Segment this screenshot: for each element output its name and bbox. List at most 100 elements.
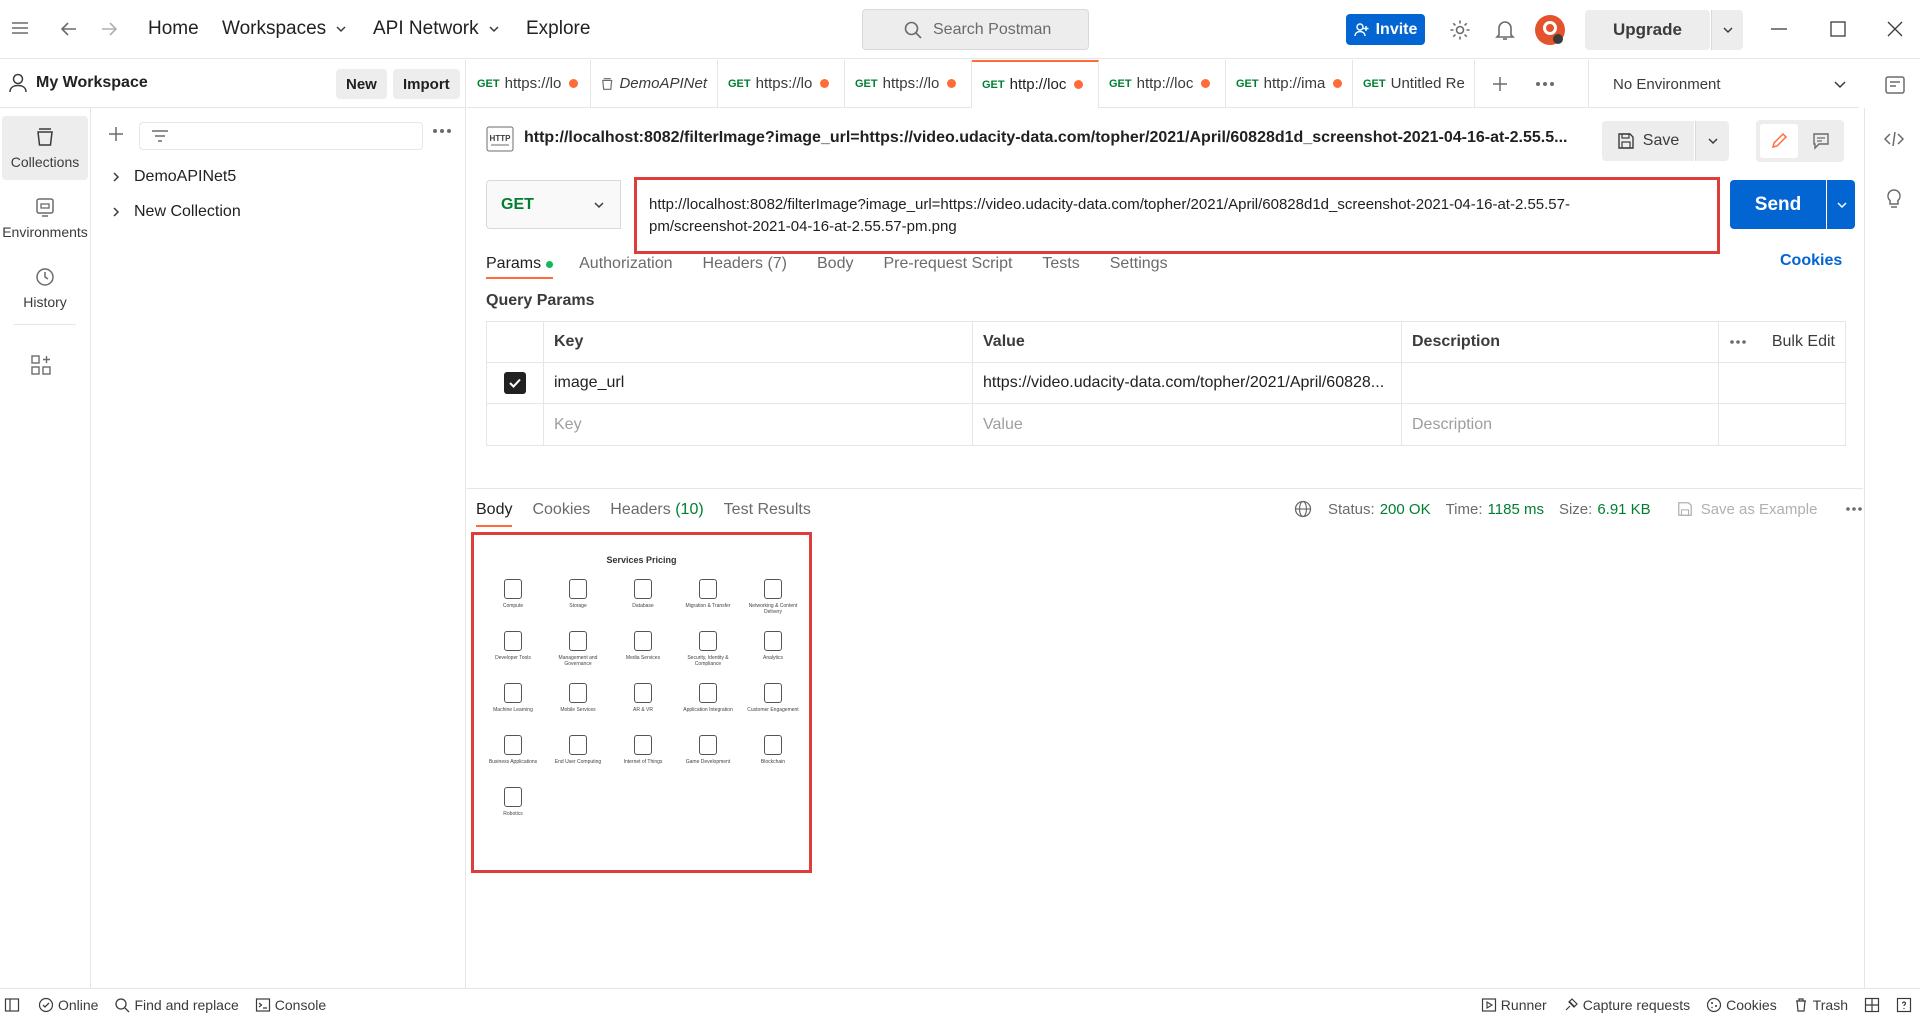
environment-select[interactable]: No Environment [1588,60,1858,108]
tab-headers[interactable]: Headers (7) [703,255,787,273]
param-row-actions [1719,363,1845,403]
tab-authorization[interactable]: Authorization [579,255,672,273]
upgrade-menu-button[interactable] [1711,10,1743,50]
runner[interactable]: Runner [1481,997,1547,1013]
help-icon[interactable] [1896,997,1912,1013]
back-arrow-icon[interactable] [58,18,80,40]
online-status[interactable]: Online [38,997,98,1013]
sidebar-toggle-icon[interactable] [4,997,20,1013]
tab-settings[interactable]: Settings [1110,255,1168,273]
response-tab-headers[interactable]: Headers (10) [610,501,703,519]
comments-icon[interactable] [1802,124,1840,158]
nav-workspaces[interactable]: Workspaces [222,18,348,40]
code-snippet-icon[interactable] [1883,130,1905,148]
environment-quick-look-icon[interactable] [1884,74,1906,96]
import-button[interactable]: Import [393,69,460,99]
more-options-icon[interactable] [432,128,452,134]
collection-item[interactable]: DemoAPINet5 [92,160,466,194]
method-select[interactable]: GET [486,180,621,229]
tab-pre-request-script[interactable]: Pre-request Script [883,255,1012,273]
url-input[interactable]: http://localhost:8082/filterImage?image_… [634,177,1720,254]
service-icon [504,683,522,703]
save-options-button[interactable] [1695,121,1729,161]
add-collection-icon[interactable] [106,124,126,144]
param-checkbox[interactable] [504,372,526,394]
time-value[interactable]: 1185 ms [1488,501,1544,518]
workspace-switcher[interactable]: My Workspace [8,72,148,94]
request-tab-active[interactable]: GET http://loc [972,59,1099,108]
lightbulb-icon[interactable] [1885,188,1903,210]
tab-body[interactable]: Body [817,255,853,273]
query-params-heading: Query Params [486,292,595,309]
send-button[interactable]: Send [1730,180,1826,229]
service-item: Internet of Things [610,735,676,765]
invite-button[interactable]: Invite [1346,14,1425,45]
edit-pencil-icon[interactable] [1760,124,1798,158]
bulk-edit-link[interactable]: Bulk Edit [1772,333,1835,351]
collection-item[interactable]: New Collection [92,195,466,229]
tab-options-icon[interactable] [1535,81,1555,87]
more-options-icon[interactable] [1729,339,1747,345]
cookies-link[interactable]: Cookies [1780,252,1842,270]
size-value[interactable]: 6.91 KB [1597,501,1650,518]
avatar[interactable] [1534,14,1566,46]
tab-params[interactable]: Params [486,255,554,279]
chevron-right-icon [113,207,120,217]
capture-label: Capture requests [1582,996,1691,1013]
console-icon [255,997,270,1012]
response-tab-cookies[interactable]: Cookies [532,501,590,519]
configure-sidebar-icon[interactable] [30,354,52,376]
param-key-cell[interactable]: image_url [544,363,973,403]
save-button[interactable]: Save [1602,121,1694,161]
capture-requests[interactable]: Capture requests [1563,997,1690,1013]
request-tab[interactable]: GET https://lo [467,59,591,108]
param-description-cell[interactable] [1402,363,1719,403]
status-value[interactable]: 200 OK [1380,501,1431,518]
minimize-window-icon[interactable] [1770,20,1788,38]
nav-explore[interactable]: Explore [526,18,590,40]
layout-toggle-icon[interactable] [1864,997,1880,1013]
maximize-window-icon[interactable] [1829,20,1847,38]
request-tab[interactable]: DemoAPINet [591,59,718,108]
new-value-input[interactable]: Value [973,404,1402,445]
trash[interactable]: Trash [1793,997,1848,1013]
request-title[interactable]: http://localhost:8082/filterImage?image_… [524,129,1567,147]
response-tab-body[interactable]: Body [476,501,513,527]
new-tab-icon[interactable] [1491,75,1509,93]
response-tab-test-results[interactable]: Test Results [724,501,811,519]
console[interactable]: Console [255,997,326,1013]
request-tab[interactable]: GET http://ima [1226,59,1353,108]
cookies-status[interactable]: Cookies [1706,997,1777,1013]
settings-gear-icon[interactable] [1448,18,1472,42]
service-label: Compute [502,603,524,609]
tab-tests[interactable]: Tests [1042,255,1079,273]
globe-icon[interactable] [1294,500,1312,518]
collections-filter-input[interactable] [139,122,423,150]
new-description-input[interactable]: Description [1402,404,1719,445]
rail-history[interactable]: History [2,256,88,320]
rail-collections[interactable]: Collections [2,116,88,180]
rail-environments[interactable]: Environments [2,186,88,250]
find-and-replace[interactable]: Find and replace [114,997,239,1013]
save-as-example-label: Save as Example [1700,500,1818,518]
chevron-down-icon [1836,201,1847,208]
request-tab[interactable]: GET https://lo [845,59,972,108]
upgrade-button[interactable]: Upgrade [1585,10,1710,50]
menu-icon[interactable] [10,18,30,38]
more-options-icon[interactable] [1845,506,1863,512]
request-tab[interactable]: GET Untitled Re [1353,59,1475,108]
save-as-example-button[interactable]: Save as Example [1677,500,1818,518]
response-headers-count: (10) [675,501,704,518]
forward-arrow-icon[interactable] [98,18,120,40]
notifications-bell-icon[interactable] [1494,18,1516,42]
send-options-button[interactable] [1827,180,1855,229]
param-value-cell[interactable]: https://video.udacity-data.com/topher/20… [973,363,1402,403]
new-key-input[interactable]: Key [544,404,973,445]
nav-api-network[interactable]: API Network [373,18,501,40]
search-input[interactable]: Search Postman [862,9,1089,50]
nav-home[interactable]: Home [148,18,199,40]
new-button[interactable]: New [336,69,387,99]
request-tab[interactable]: GET http://loc [1099,59,1226,108]
request-tab[interactable]: GET https://lo [718,59,845,108]
close-window-icon[interactable] [1886,20,1904,38]
